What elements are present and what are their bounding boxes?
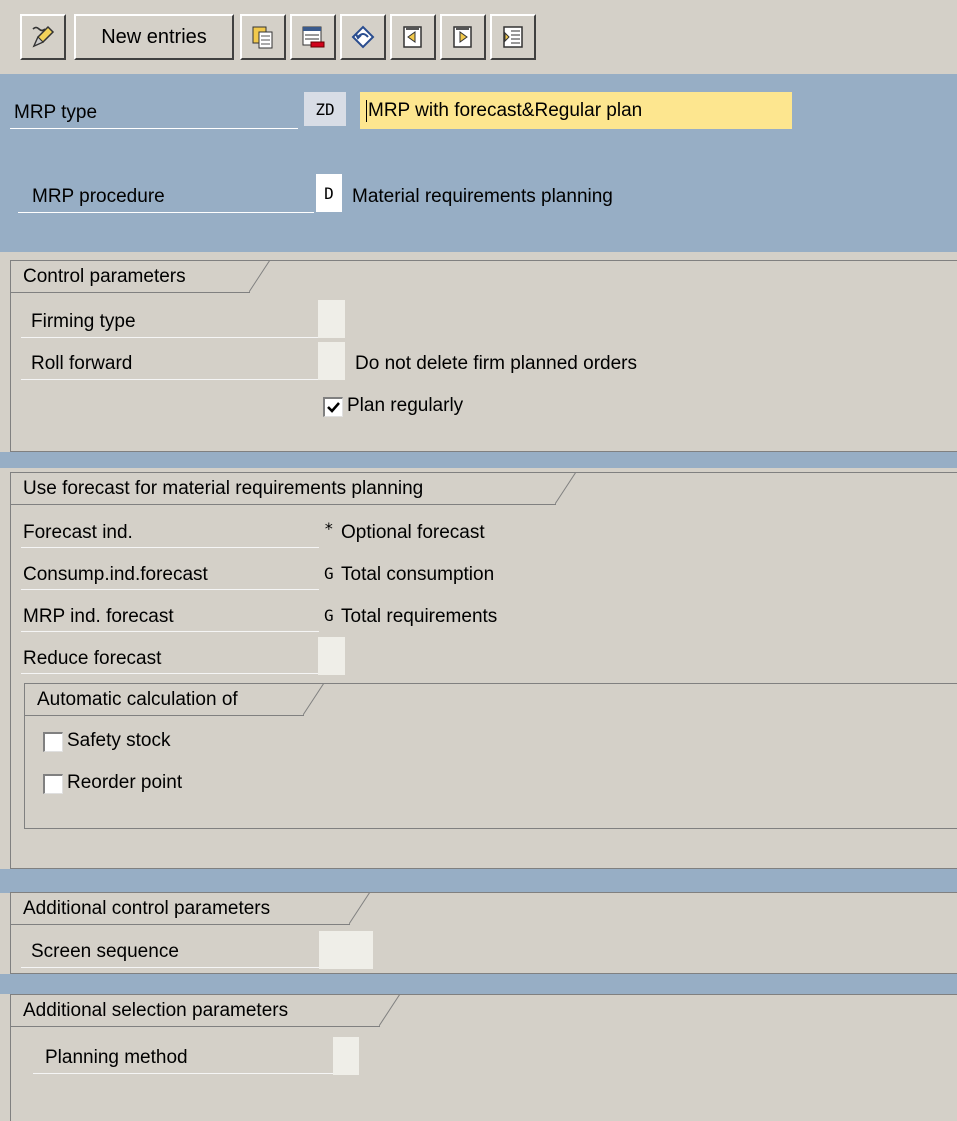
mrp-ind-forecast-code[interactable]: G [324,606,334,625]
display-change-icon [32,25,55,48]
select-all-icon [503,26,523,48]
application-toolbar: New entries [0,0,957,74]
label-underline [21,547,319,548]
mrp-procedure-code-field[interactable]: D [316,174,342,212]
label-underline [33,1073,335,1074]
copy-as-button[interactable] [240,14,286,60]
next-entry-icon [453,26,472,48]
safety-stock-checkbox[interactable] [43,732,63,752]
additional-control-parameters-group: Additional control parameters Screen seq… [10,892,957,974]
mrp-type-code-field[interactable]: ZD [304,92,346,126]
roll-forward-field[interactable] [318,342,345,380]
additional-selection-parameters-group: Additional selection parameters Planning… [10,994,957,1121]
mrp-ind-forecast-label: MRP ind. forecast [23,606,174,627]
group-title: Additional control parameters [10,892,350,925]
section-separator [0,452,957,468]
previous-entry-icon [403,26,422,48]
label-underline [21,673,319,674]
delete-icon [302,26,325,48]
tab-edge [349,892,371,925]
mrp-procedure-label: MRP procedure [32,186,165,207]
automatic-calculation-group: Automatic calculation of Safety stock Re… [24,683,957,829]
reorder-point-label: Reorder point [67,772,183,793]
header-area: MRP type ZD MRP with forecast&Regular pl… [0,74,957,252]
next-entry-button[interactable] [440,14,486,60]
copy-as-icon [252,26,273,49]
new-entries-label: New entries [101,25,207,48]
previous-entry-button[interactable] [390,14,436,60]
control-parameters-group: Control parameters Firming type Roll for… [10,260,957,452]
select-all-button[interactable] [490,14,536,60]
forecast-ind-description: Optional forecast [341,522,485,543]
roll-forward-description: Do not delete firm planned orders [355,353,637,374]
label-underline [18,212,314,213]
firming-type-field[interactable] [318,300,345,338]
planning-method-label: Planning method [45,1047,188,1068]
delete-button[interactable] [290,14,336,60]
undo-change-icon [351,25,375,49]
mrp-type-description: MRP with forecast&Regular plan [368,99,643,121]
group-title: Additional selection parameters [10,994,380,1027]
label-underline [21,967,321,968]
screen-sequence-label: Screen sequence [31,941,179,962]
section-separator [0,869,957,893]
group-title: Control parameters [10,260,250,293]
section-separator [0,974,957,994]
forecast-ind-label: Forecast ind. [23,522,133,543]
new-entries-button[interactable]: New entries [74,14,234,60]
forecast-ind-code[interactable]: * [324,519,334,538]
planning-method-field[interactable] [333,1037,359,1075]
display-change-button[interactable] [20,14,66,60]
undo-change-button[interactable] [340,14,386,60]
mrp-type-label: MRP type [14,102,98,123]
group-title: Use forecast for material requirements p… [10,472,556,505]
group-title: Automatic calculation of [24,683,304,716]
label-underline [21,337,319,338]
label-underline [21,379,319,380]
reduce-forecast-field[interactable] [318,637,345,675]
use-forecast-group: Use forecast for material requirements p… [10,472,957,869]
tab-edge [249,260,271,293]
label-underline [21,589,319,590]
label-underline [21,631,319,632]
consumption-ind-description: Total consumption [341,564,495,585]
mrp-type-description-field[interactable]: MRP with forecast&Regular plan [360,92,792,129]
mrp-ind-forecast-description: Total requirements [341,606,498,627]
safety-stock-label: Safety stock [67,730,171,751]
consumption-ind-label: Consump.ind.forecast [23,564,208,585]
tab-edge [303,683,325,716]
label-underline [10,128,298,129]
reduce-forecast-label: Reduce forecast [23,648,162,669]
text-cursor [366,99,367,122]
mrp-procedure-description: Material requirements planning [352,186,613,207]
reorder-point-checkbox[interactable] [43,774,63,794]
plan-regularly-checkbox[interactable] [323,397,343,417]
screen-sequence-field[interactable] [319,931,373,969]
roll-forward-label: Roll forward [31,353,133,374]
tab-edge [379,994,401,1027]
plan-regularly-label: Plan regularly [347,395,464,416]
checkmark-icon [327,402,340,413]
firming-type-label: Firming type [31,311,136,332]
consumption-ind-code[interactable]: G [324,564,334,583]
tab-edge [555,472,577,505]
